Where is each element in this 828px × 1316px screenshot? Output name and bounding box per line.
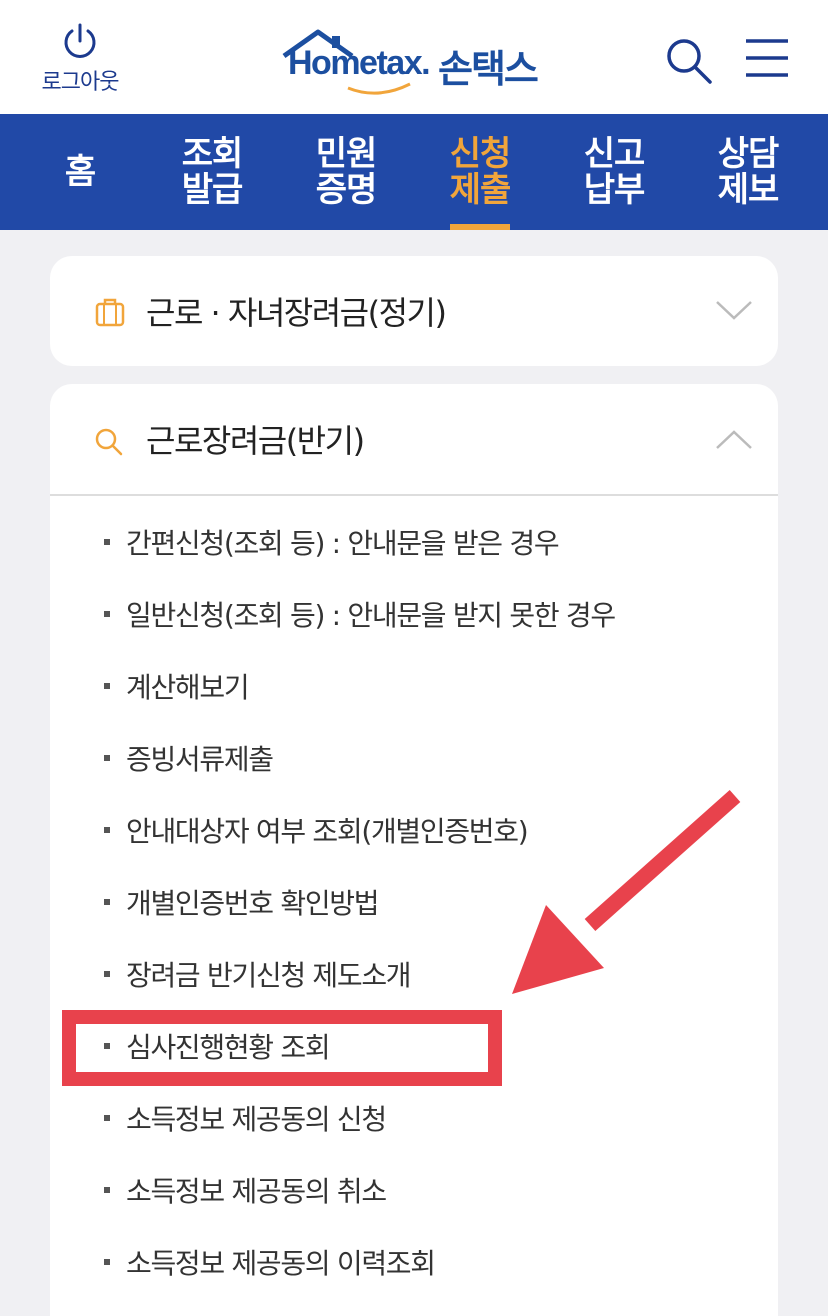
power-icon: [64, 23, 96, 58]
chevron-down-icon: [716, 301, 752, 320]
tab-label: 신청 제출: [449, 134, 512, 210]
logo-text: Hometax.: [288, 44, 431, 82]
tab-apply-submit[interactable]: 신청 제출: [420, 114, 540, 230]
accordion-header[interactable]: 근로장려금(반기): [50, 384, 778, 494]
tab-consult-report[interactable]: 상담 제보: [688, 114, 808, 230]
header-search-button[interactable]: [664, 36, 714, 86]
submenu-label: 장려금 반기신청 제도소개: [126, 959, 412, 992]
tab-report-pay[interactable]: 신고 납부: [554, 114, 674, 230]
submenu-consent-apply[interactable]: 소득정보 제공동의 신청: [104, 1098, 387, 1138]
submenu-submit-documents[interactable]: 증빙서류제출: [104, 738, 274, 778]
active-tab-indicator: [450, 224, 510, 230]
bullet-icon: [104, 611, 110, 617]
bullet-icon: [104, 539, 110, 545]
tab-label: 신고 납부: [583, 134, 646, 210]
submenu-label: 소득정보 제공동의 신청: [126, 1103, 387, 1136]
main-nav: 홈 조회 발급 민원 증명 신청 제출 신고 납부 상담 제보: [0, 114, 828, 230]
tab-home[interactable]: 홈: [20, 114, 140, 230]
tab-label: 상담 제보: [717, 134, 780, 210]
logout-label: 로그아웃: [41, 70, 120, 95]
submenu-auth-number-guide[interactable]: 개별인증번호 확인방법: [104, 882, 380, 922]
search-icon: [95, 428, 123, 456]
submenu-label: 간편신청(조회 등) : 안내문을 받은 경우: [126, 527, 560, 560]
submenu-calculate[interactable]: 계산해보기: [104, 666, 250, 706]
bullet-icon: [104, 971, 110, 977]
bullet-icon: [104, 755, 110, 761]
accordion-regular-incentive: 근로 · 자녀장려금(정기): [50, 256, 778, 366]
accordion-title: 근로 · 자녀장려금(정기): [146, 294, 447, 332]
tab-label: 홈: [64, 152, 96, 192]
submenu-general-apply[interactable]: 일반신청(조회 등) : 안내문을 받지 못한 경우: [104, 594, 616, 634]
submenu-consent-cancel[interactable]: 소득정보 제공동의 취소: [104, 1170, 387, 1210]
hometax-logo[interactable]: Hometax. 손택스: [278, 26, 550, 96]
logout-button[interactable]: 로그아웃: [30, 22, 130, 102]
submenu-label: 개별인증번호 확인방법: [126, 887, 380, 920]
bullet-icon: [104, 1115, 110, 1121]
bullet-icon: [104, 1043, 110, 1049]
submenu-label: 증빙서류제출: [126, 743, 274, 776]
submenu-label: 소득정보 제공동의 이력조회: [126, 1247, 436, 1280]
briefcase-icon: [95, 298, 125, 327]
tab-inquiry-issue[interactable]: 조회 발급: [152, 114, 272, 230]
bullet-icon: [104, 683, 110, 689]
hamburger-menu-button[interactable]: [744, 38, 790, 78]
submenu-review-status[interactable]: 심사진행현황 조회: [104, 1026, 331, 1066]
search-icon: [667, 39, 712, 84]
submenu-label: 심사진행현황 조회: [126, 1031, 331, 1064]
tab-label: 민원 증명: [315, 134, 378, 210]
chevron-up-icon: [716, 430, 752, 449]
submenu-label: 계산해보기: [126, 671, 250, 704]
submenu-label: 안내대상자 여부 조회(개별인증번호): [126, 815, 529, 848]
bullet-icon: [104, 1259, 110, 1265]
bullet-icon: [104, 899, 110, 905]
logo-korean-text: 손택스: [438, 47, 539, 91]
submenu-simple-apply[interactable]: 간편신청(조회 등) : 안내문을 받은 경우: [104, 522, 560, 562]
submenu-consent-history[interactable]: 소득정보 제공동의 이력조회: [104, 1242, 436, 1282]
accordion-title: 근로장려금(반기): [146, 422, 365, 460]
bullet-icon: [104, 827, 110, 833]
hamburger-menu-icon: [746, 39, 788, 77]
submenu-label: 일반신청(조회 등) : 안내문을 받지 못한 경우: [126, 599, 616, 632]
bullet-icon: [104, 1187, 110, 1193]
accordion-half-year-incentive: 근로장려금(반기) 간편신청(조회 등) : 안내문을 받은 경우 일반신청(조…: [50, 384, 778, 1316]
submenu-program-intro[interactable]: 장려금 반기신청 제도소개: [104, 954, 412, 994]
tab-label: 조회 발급: [181, 134, 244, 210]
tab-civil-certificate[interactable]: 민원 증명: [286, 114, 406, 230]
submenu-eligibility-check[interactable]: 안내대상자 여부 조회(개별인증번호): [104, 810, 529, 850]
submenu-label: 소득정보 제공동의 취소: [126, 1175, 387, 1208]
page: 로그아웃 Hometax. 손택스 홈 조회 발급 민원 증명 신청 제출 신고…: [0, 0, 828, 1316]
app-header: 로그아웃 Hometax. 손택스: [0, 0, 828, 114]
accordion-divider: [50, 494, 778, 496]
accordion-header[interactable]: 근로 · 자녀장려금(정기): [50, 256, 778, 366]
